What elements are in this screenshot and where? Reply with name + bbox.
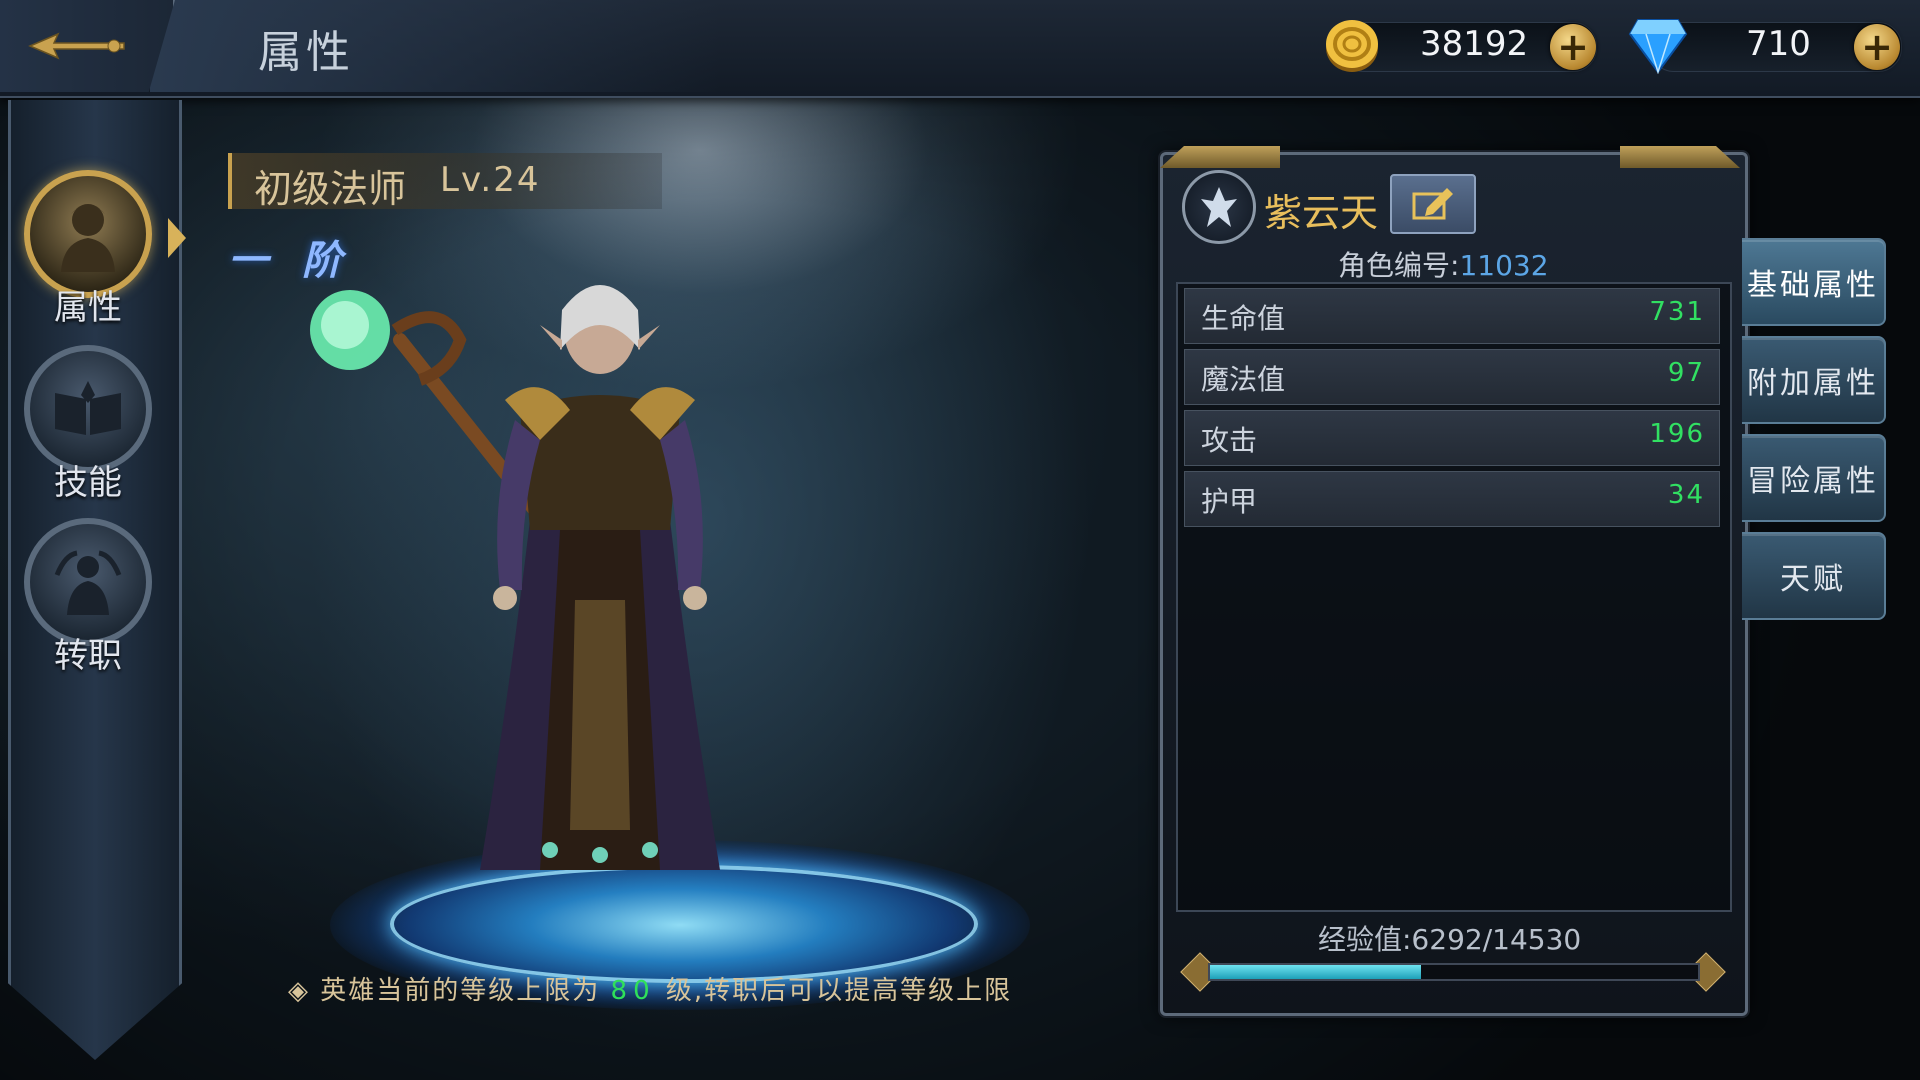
- diamond-amount: 710: [1746, 24, 1811, 64]
- gold-coin-icon: [1326, 20, 1378, 72]
- stat-label: 攻击: [1201, 424, 1258, 457]
- stat-label: 生命值: [1201, 302, 1286, 335]
- class-change-icon: [24, 518, 152, 646]
- panel-corner-ornament: [1160, 146, 1280, 168]
- level-cap-text-before: 英雄当前的等级上限为: [320, 976, 601, 1006]
- nav-label-attributes: 属性: [54, 288, 122, 328]
- tab-extra-attributes[interactable]: 附加属性: [1742, 336, 1886, 424]
- edit-name-button[interactable]: [1390, 174, 1476, 234]
- title-plate: [150, 0, 750, 92]
- class-name: 初级法师: [254, 167, 407, 211]
- stat-label: 魔法值: [1201, 363, 1286, 396]
- gold-amount: 38192: [1420, 24, 1529, 64]
- role-id-label: 角色编号:: [1338, 249, 1460, 282]
- tab-adventure-attributes[interactable]: 冒险属性: [1742, 434, 1886, 522]
- nav-item-attributes[interactable]: 属性: [18, 170, 158, 329]
- level-cap-text-after: 级,转职后可以提高等级上限: [665, 976, 1013, 1006]
- experience-bar-fill: [1210, 965, 1422, 979]
- experience-bar: [1208, 963, 1700, 981]
- add-diamond-button[interactable]: +: [1854, 24, 1900, 70]
- tab-basic-attributes[interactable]: 基础属性: [1742, 238, 1886, 326]
- stat-label: 护甲: [1201, 485, 1258, 518]
- add-gold-button[interactable]: +: [1550, 24, 1596, 70]
- back-arrow-icon: [28, 32, 125, 60]
- hero-portrait-icon: [24, 170, 152, 298]
- nav-item-class-change[interactable]: 转职: [18, 518, 158, 677]
- plus-icon: +: [1557, 25, 1589, 69]
- stat-row-hp: 生命值 731: [1184, 288, 1720, 344]
- nav-label-class-change: 转职: [54, 636, 122, 676]
- diamond-bullet-icon: ◈: [288, 976, 310, 1006]
- panel-corner-ornament: [1620, 146, 1740, 168]
- character-model: [310, 285, 720, 870]
- role-id-value: 11032: [1459, 249, 1549, 282]
- stat-value: 731: [1649, 297, 1705, 327]
- top-bar: 属性 38192 + 710 +: [0, 0, 1920, 98]
- edit-icon: [1412, 188, 1453, 220]
- stat-row-attack: 攻击 196: [1184, 410, 1720, 466]
- page-title: 属性: [258, 27, 354, 78]
- role-id: 角色编号:11032: [1338, 244, 1549, 284]
- stats-list: 生命值 731 魔法值 97 攻击 196 护甲 34: [1176, 282, 1732, 912]
- stat-row-armor: 护甲 34: [1184, 471, 1720, 527]
- class-emblem-icon: [1182, 170, 1256, 244]
- level-cap-note: ◈ 英雄当前的等级上限为 80 级,转职后可以提高等级上限: [288, 970, 1012, 1007]
- stat-value: 97: [1667, 358, 1705, 388]
- experience-label: 经验值:6292/14530: [1318, 923, 1582, 956]
- character-level: Lv.24: [440, 160, 541, 200]
- stat-value: 34: [1667, 480, 1705, 510]
- tab-talent[interactable]: 天赋: [1742, 532, 1886, 620]
- stat-value: 196: [1649, 419, 1705, 449]
- nav-item-skills[interactable]: 技能: [18, 345, 158, 504]
- active-nav-arrow-icon: [168, 218, 186, 258]
- spellbook-icon: [24, 345, 152, 473]
- plus-icon: +: [1861, 25, 1893, 69]
- nav-label-skills: 技能: [54, 463, 122, 503]
- character-name: 紫云天: [1264, 191, 1379, 235]
- level-cap-value: 80: [610, 976, 656, 1006]
- back-button[interactable]: [0, 0, 175, 92]
- stat-row-mp: 魔法值 97: [1184, 349, 1720, 405]
- diamond-icon: [1628, 19, 1688, 74]
